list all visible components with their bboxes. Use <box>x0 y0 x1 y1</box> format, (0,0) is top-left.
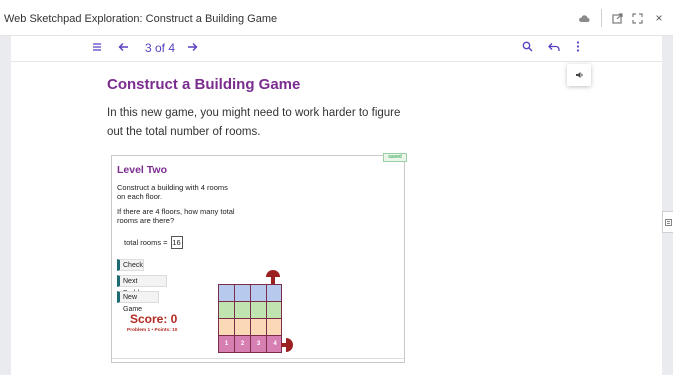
page-title: Construct a Building Game <box>107 76 301 93</box>
intro-paragraph: In this new game, you might need to work… <box>107 107 401 138</box>
expand-icon[interactable] <box>630 11 644 25</box>
page-indicator: 3 of 4 <box>145 41 176 55</box>
window-titlebar: Web Sketchpad Exploration: Construct a B… <box>0 0 673 36</box>
close-icon[interactable]: × <box>652 11 666 25</box>
building-floor <box>218 302 282 319</box>
cloud-icon[interactable] <box>577 11 591 25</box>
more-vertical-icon[interactable] <box>576 41 580 55</box>
check-button[interactable]: Check <box>117 259 144 271</box>
speaker-button[interactable] <box>567 64 591 86</box>
level-title: Level Two <box>117 164 167 176</box>
building-floor <box>218 285 282 302</box>
width-handle-cap <box>286 338 293 352</box>
building-room <box>267 285 283 301</box>
score-display: Score: 0 <box>130 312 178 326</box>
panel-icon <box>664 218 672 226</box>
saved-badge: saved <box>383 153 407 162</box>
search-icon[interactable] <box>522 41 533 55</box>
total-rooms-label: total rooms = <box>124 238 168 247</box>
total-rooms-input[interactable]: 16 <box>170 236 183 249</box>
reader-toolbar: 3 of 4 <box>11 36 662 62</box>
building-room <box>235 319 251 335</box>
forward-arrow-icon[interactable] <box>187 41 198 55</box>
back-arrow-icon[interactable] <box>118 41 129 55</box>
menu-icon[interactable] <box>92 41 102 55</box>
building: 1234 <box>218 285 282 354</box>
building-floor: 1234 <box>218 336 282 353</box>
building-width-handle[interactable] <box>281 338 293 352</box>
building-room: 3 <box>251 336 267 352</box>
building-room <box>251 285 267 301</box>
building-room <box>251 319 267 335</box>
building-room <box>219 285 235 301</box>
building-room <box>219 302 235 318</box>
building-room <box>235 302 251 318</box>
total-rooms-row: total rooms = 16 <box>124 236 183 249</box>
window-title: Web Sketchpad Exploration: Construct a B… <box>4 13 278 25</box>
sketch-bottom-rule <box>112 358 404 359</box>
building-room <box>251 302 267 318</box>
titlebar-separator <box>601 9 602 27</box>
undo-icon[interactable] <box>548 41 560 55</box>
building-floor <box>218 319 282 336</box>
score-detail: Problem 1 • Points: 10 <box>127 328 178 333</box>
level-instruction: Construct a building with 4 rooms on eac… <box>117 183 228 201</box>
side-panel-tab[interactable] <box>662 211 673 233</box>
new-game-button[interactable]: New Game <box>117 291 159 313</box>
building-room: 1 <box>219 336 235 352</box>
building-room <box>267 302 283 318</box>
speaker-icon <box>575 72 583 78</box>
building-room <box>219 319 235 335</box>
building-room: 2 <box>235 336 251 352</box>
level-question: If there are 4 floors, how many total ro… <box>117 207 235 225</box>
building-room <box>267 319 283 335</box>
external-link-icon[interactable] <box>610 11 624 25</box>
next-problem-button[interactable]: Next Problem <box>117 275 167 297</box>
building-room <box>235 285 251 301</box>
